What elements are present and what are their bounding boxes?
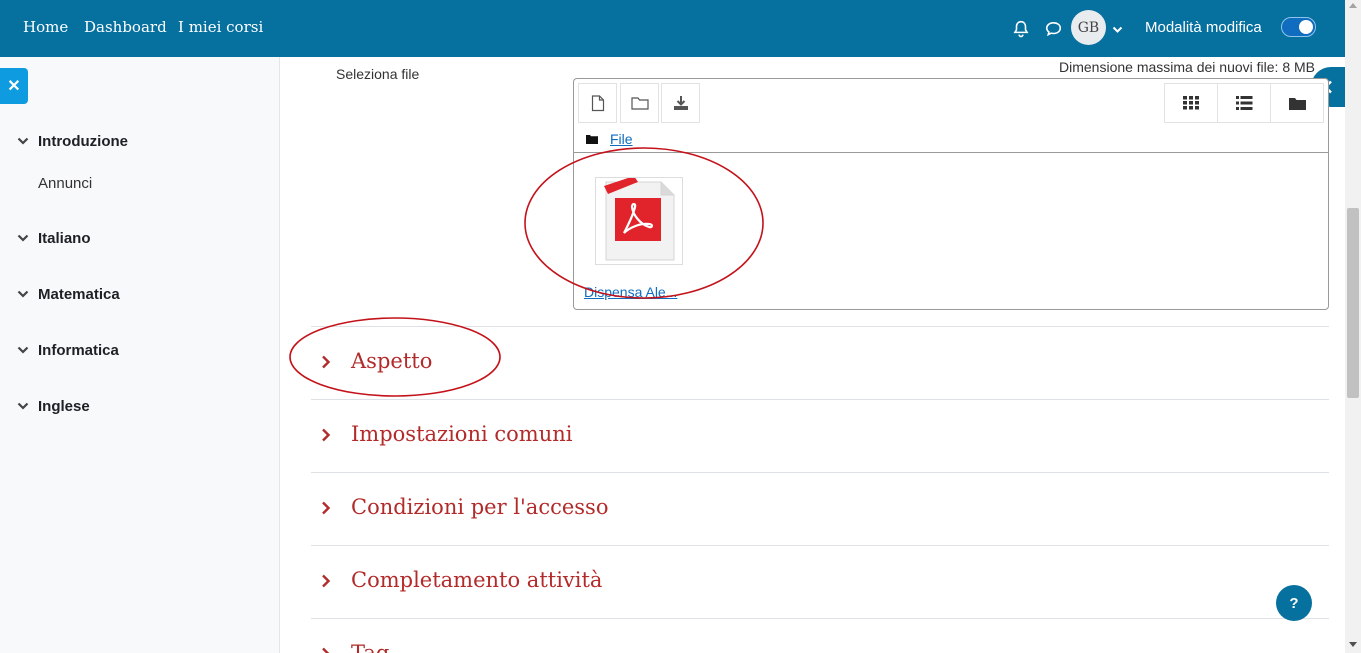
drawer-section-label: Matematica [38,286,120,303]
drawer-item-annunci[interactable]: Annunci [38,175,92,192]
list-icon [1235,96,1252,110]
chevron-down-icon [17,234,29,242]
chevron-down-icon[interactable] [1112,21,1123,39]
drawer-section-informatica[interactable]: Informatica [16,342,119,359]
nav-my-courses-link[interactable]: I miei corsi [178,18,263,36]
file-manager: File Dispensa Ale... [573,78,1329,310]
view-tree-button[interactable] [1270,83,1324,123]
section-aspetto[interactable]: Aspetto [311,326,1329,399]
select-file-label: Seleziona file [336,66,420,82]
create-folder-button[interactable] [620,83,659,123]
section-title: Completamento attività [351,568,603,592]
user-avatar[interactable]: GB [1071,10,1106,45]
scrollbar-thumb[interactable] [1347,208,1359,398]
chevron-right-icon [322,574,331,588]
drawer-section-introduzione[interactable]: Introduzione [16,133,128,150]
file-item-thumbnail[interactable] [595,176,683,265]
section-completamento-attivita[interactable]: Completamento attività [311,545,1329,618]
chevron-down-icon [17,346,29,354]
section-tag[interactable]: Tag [311,618,1329,653]
chevron-down-icon [17,290,29,298]
folder-icon [1288,97,1306,110]
download-icon [673,96,688,110]
edit-mode-label: Modalità modifica [1145,19,1262,36]
drawer-section-label: Inglese [38,398,90,415]
drawer-section-matematica[interactable]: Matematica [16,286,120,303]
folder-icon [630,97,649,110]
chevron-right-icon [322,428,331,442]
grid-icon [1183,96,1199,110]
max-file-size-text: Dimensione massima dei nuovi file: 8 MB [1059,59,1315,75]
edit-mode-toggle[interactable] [1281,17,1316,37]
top-navbar: Home Dashboard I miei corsi GB Modalità … [0,0,1345,57]
close-drawer-button[interactable]: ✕ [0,68,28,104]
file-item-name[interactable]: Dispensa Ale... [584,284,677,300]
nav-dashboard-link[interactable]: Dashboard [84,18,167,36]
breadcrumb-files-link[interactable]: File [610,131,633,147]
drawer-section-label: Italiano [38,230,91,247]
file-icon [591,94,604,111]
chevron-right-icon [322,647,330,653]
section-title: Condizioni per l'accesso [351,495,609,519]
section-condizioni-accesso[interactable]: Condizioni per l'accesso [311,472,1329,545]
breadcrumb: File [586,131,633,147]
close-icon: ✕ [7,78,21,95]
section-impostazioni-comuni[interactable]: Impostazioni comuni [311,399,1329,472]
chevron-down-icon [17,137,29,145]
pdf-icon [604,176,675,261]
chat-icon[interactable] [1044,0,1063,57]
bell-icon[interactable] [1012,0,1030,57]
view-list-button[interactable] [1217,83,1271,123]
drawer-section-label: Informatica [38,342,119,359]
drawer-section-italiano[interactable]: Italiano [16,230,91,247]
drawer-section-inglese[interactable]: Inglese [16,398,90,415]
section-title: Aspetto [351,349,433,373]
section-title: Impostazioni comuni [351,422,573,446]
section-title: Tag [351,641,390,653]
drawer-section-label: Introduzione [38,133,128,150]
chevron-right-icon [322,501,331,515]
toggle-knob [1299,20,1313,34]
scroll-down-arrow-icon[interactable] [1349,642,1357,647]
add-file-button[interactable] [578,83,617,123]
help-button[interactable]: ? [1276,585,1312,621]
chevron-right-icon [322,355,331,369]
scroll-up-arrow-icon[interactable] [1349,3,1357,8]
file-manager-toolbar: File [574,79,1328,153]
download-button[interactable] [661,83,700,123]
folder-icon [586,135,598,144]
view-icons-button[interactable] [1164,83,1218,123]
nav-home-link[interactable]: Home [23,18,68,36]
chevron-down-icon [17,402,29,410]
